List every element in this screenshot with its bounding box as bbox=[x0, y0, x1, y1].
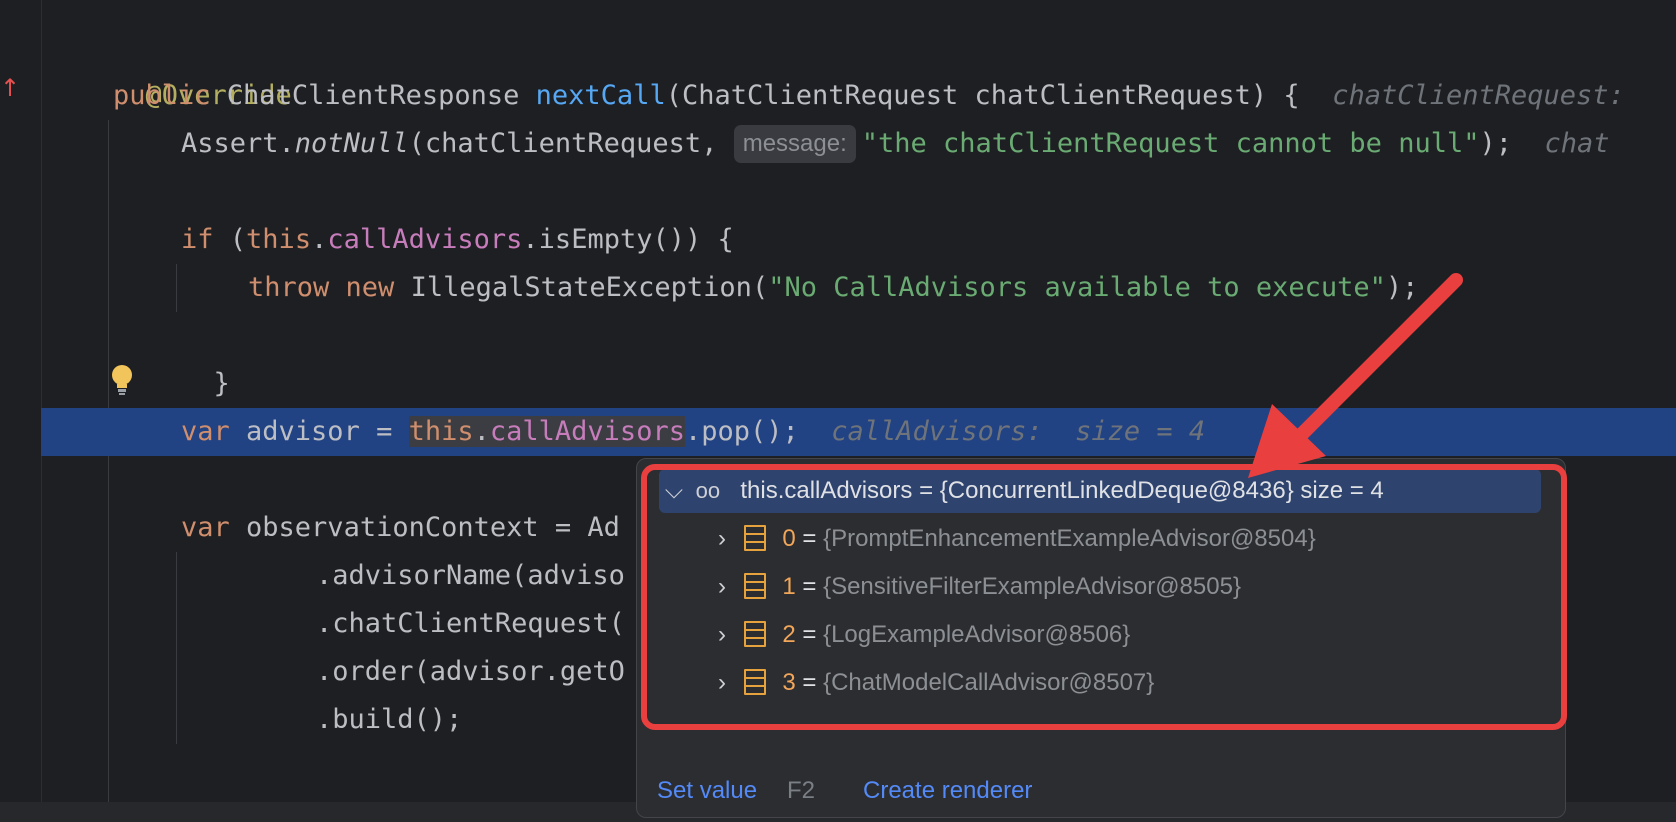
red-annotation-arrow bbox=[1248, 273, 1463, 478]
